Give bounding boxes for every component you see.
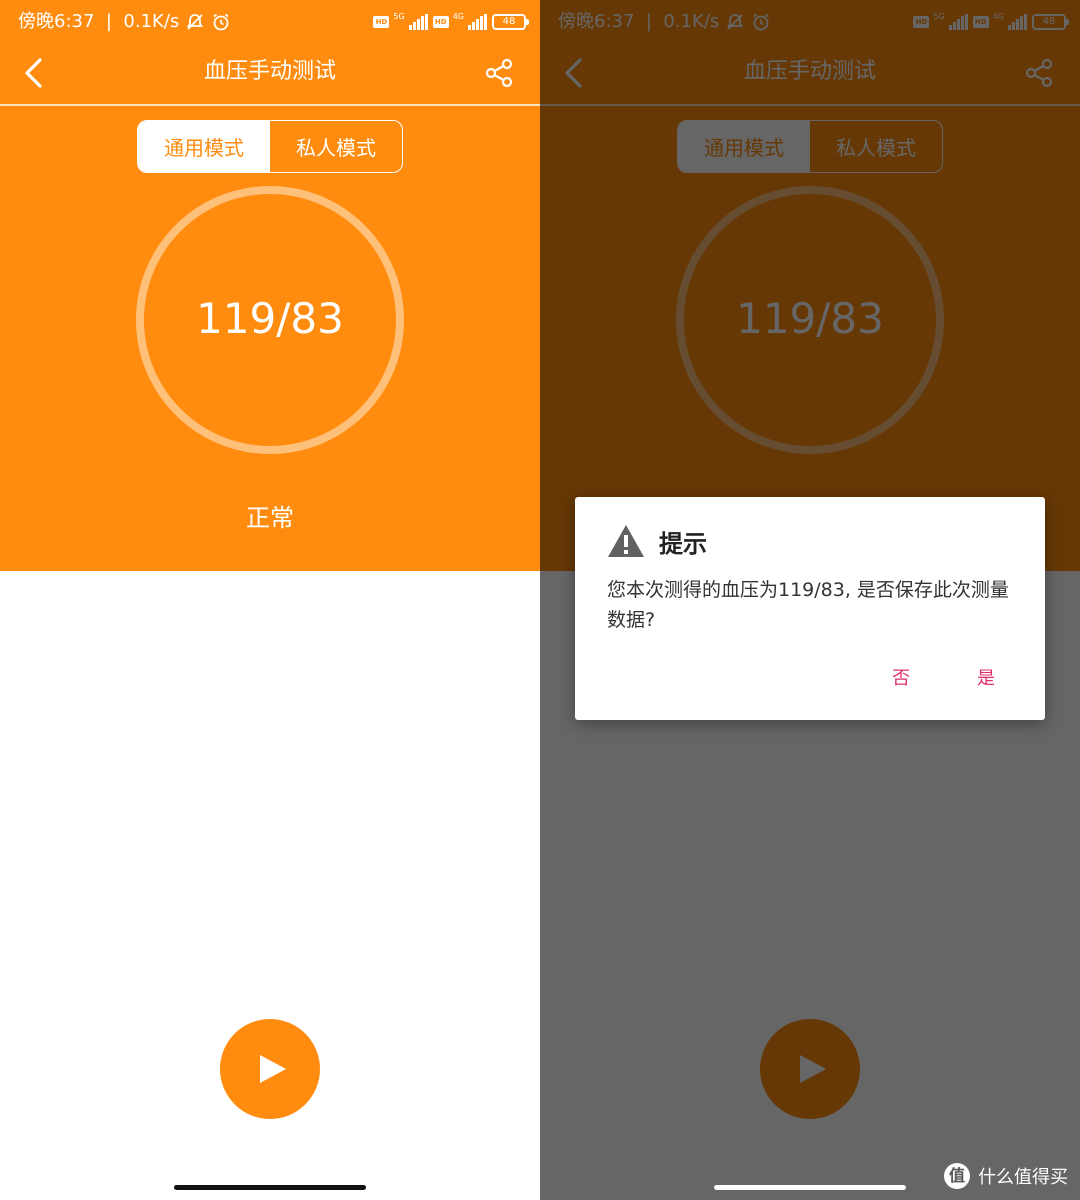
play-icon (260, 1055, 286, 1083)
battery-indicator: 48 (492, 14, 529, 30)
blood-pressure-reading: 119/83 (196, 294, 344, 343)
measurement-status: 正常 (246, 504, 294, 532)
dialog-yes-button[interactable]: 是 (965, 663, 1007, 695)
page-title: 血压手动测试 (203, 59, 336, 84)
status-time: 傍晚6:37 (18, 11, 95, 32)
alarm-icon (213, 13, 229, 31)
bell-muted-icon (186, 14, 204, 30)
network-4g-label: 4G (452, 12, 464, 21)
signal-icon (408, 14, 428, 30)
dialog-message: 您本次测得的血压为119/83, 是否保存此次测量数据? (607, 579, 1009, 631)
share-icon (485, 58, 513, 88)
home-indicator-light[interactable] (714, 1185, 906, 1190)
status-right: HD 5G HD 4G 48 (373, 12, 529, 32)
tab-private-mode[interactable]: 私人模式 (270, 121, 402, 172)
watermark: 值 什么值得买 (944, 1160, 1068, 1192)
save-confirm-dialog: 提示 您本次测得的血压为119/83, 是否保存此次测量数据? 否 是 (575, 497, 1045, 720)
signal-icon (468, 14, 487, 30)
status-left: 傍晚6:37 | 0.1K/s (18, 10, 231, 34)
hd-badge: HD (432, 16, 449, 28)
watermark-text: 什么值得买 (978, 1167, 1068, 1188)
status-net-speed: 0.1K/s (123, 11, 180, 32)
mode-toggle: 通用模式 私人模式 (137, 120, 403, 173)
start-measure-button[interactable] (220, 1019, 320, 1119)
watermark-logo-icon: 值 (944, 1163, 970, 1189)
status-bar: 傍晚6:37 | 0.1K/s HD 5G HD 4G (0, 0, 540, 44)
app-header: 血压手动测试 (0, 44, 540, 104)
screen-main: 傍晚6:37 | 0.1K/s HD 5G HD 4G 48 血压手动测试 通用… (0, 0, 540, 1200)
dialog-title-row: 提示 (607, 523, 707, 559)
header-divider (0, 104, 540, 106)
warning-icon (608, 525, 644, 557)
dialog-no-button[interactable]: 否 (880, 663, 922, 695)
hd-badge: HD (373, 16, 390, 28)
tab-general-mode[interactable]: 通用模式 (138, 121, 270, 172)
back-button[interactable] (20, 56, 50, 90)
dialog-title: 提示 (659, 529, 707, 558)
share-button[interactable] (484, 58, 514, 88)
screen-dialog: 傍晚6:37 | 0.1K/s HD 5G HD 4G (540, 0, 1080, 1200)
home-indicator[interactable] (174, 1185, 366, 1190)
network-5g-label: 5G (393, 12, 405, 21)
chevron-left-icon (25, 58, 42, 88)
